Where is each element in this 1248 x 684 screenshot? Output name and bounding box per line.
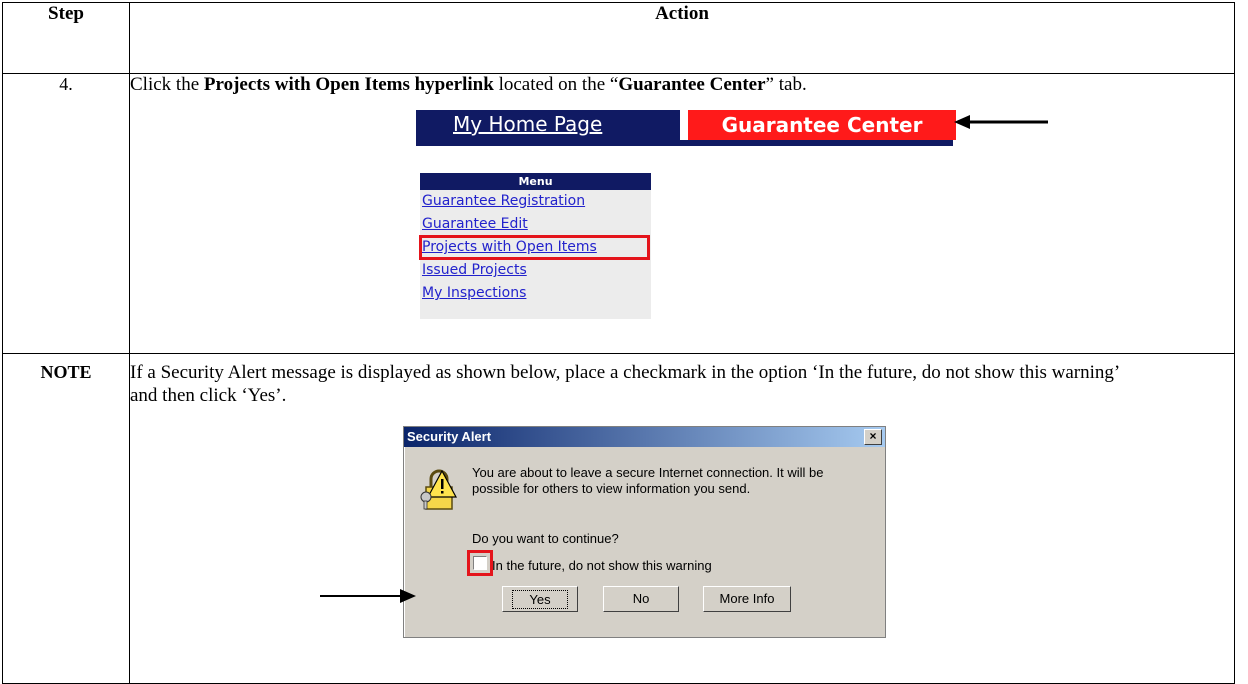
yes-button[interactable]: Yes bbox=[502, 586, 578, 612]
dont-show-warning-checkbox[interactable] bbox=[467, 550, 493, 576]
note-label: NOTE bbox=[2, 353, 130, 684]
step-instruction: Click the Projects with Open Items hyper… bbox=[130, 74, 1234, 96]
note-body: If a Security Alert message is displayed… bbox=[129, 353, 1235, 684]
table-header-row: Step Action bbox=[2, 2, 1235, 74]
right-arrow-icon bbox=[320, 589, 416, 603]
menu-header: Menu bbox=[420, 173, 651, 190]
menu-item-my-inspections[interactable]: My Inspections bbox=[420, 282, 651, 305]
instruction-text: ” tab. bbox=[765, 74, 807, 95]
instruction-text: Click the bbox=[130, 74, 204, 95]
close-button[interactable]: × bbox=[864, 429, 882, 445]
instruction-bold-tab: Guarantee Center bbox=[618, 74, 766, 95]
yes-button-label: Yes bbox=[512, 590, 568, 609]
security-lock-warning-icon bbox=[420, 469, 458, 510]
checkbox-box[interactable] bbox=[473, 556, 487, 570]
step-action: Click the Projects with Open Items hyper… bbox=[129, 73, 1235, 354]
dialog-message: You are about to leave a secure Internet… bbox=[472, 465, 824, 496]
dialog-titlebar: Security Alert × bbox=[404, 427, 885, 447]
step-number: 4. bbox=[2, 73, 130, 354]
more-info-button[interactable]: More Info bbox=[703, 586, 791, 612]
menu-item-guarantee-edit[interactable]: Guarantee Edit bbox=[420, 213, 651, 236]
note-text: If a Security Alert message is displayed… bbox=[130, 362, 1119, 406]
tab-guarantee-center[interactable]: Guarantee Center bbox=[680, 110, 956, 140]
procedure-table: Step Action 4. Click the Projects with O… bbox=[2, 2, 1235, 684]
left-arrow-icon bbox=[954, 115, 1048, 129]
portal-tab-bar: My Home Page Guarantee Center bbox=[416, 110, 956, 146]
no-button[interactable]: No bbox=[603, 586, 679, 612]
action-header: Action bbox=[129, 2, 1235, 74]
instruction-text: located on the “ bbox=[493, 74, 619, 95]
menu-item-issued-projects[interactable]: Issued Projects bbox=[420, 259, 651, 282]
table-row: 4. Click the Projects with Open Items hy… bbox=[2, 73, 1235, 354]
table-row: NOTE If a Security Alert message is disp… bbox=[2, 353, 1235, 684]
security-alert-dialog: Security Alert × You are about to leave … bbox=[320, 426, 886, 638]
tab-my-home-page[interactable]: My Home Page bbox=[453, 112, 602, 136]
portal-menu: Menu Guarantee Registration Guarantee Ed… bbox=[419, 173, 651, 319]
menu-item-projects-with-open-items[interactable]: Projects with Open Items bbox=[419, 235, 650, 260]
dialog-title: Security Alert bbox=[407, 429, 492, 444]
dialog-question: Do you want to continue? bbox=[472, 531, 619, 546]
menu-item-guarantee-registration[interactable]: Guarantee Registration bbox=[420, 190, 651, 213]
checkbox-label: In the future, do not show this warning bbox=[492, 558, 712, 573]
instruction-bold-link: Projects with Open Items hyperlink bbox=[203, 74, 494, 95]
portal-screenshot: My Home Page Guarantee Center Menu Guara… bbox=[130, 106, 1234, 319]
step-header: Step bbox=[2, 2, 130, 74]
